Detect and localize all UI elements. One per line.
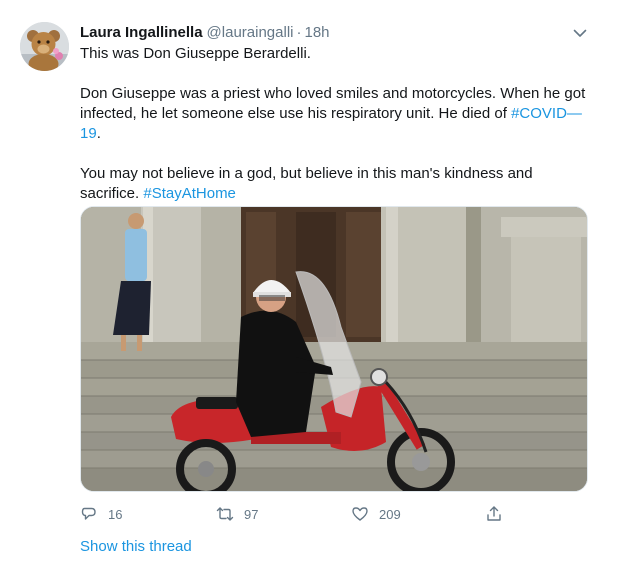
tweet-card[interactable]: Laura Ingallinella @lauraingalli · 18h This… xyxy=(0,0,635,568)
retweet-icon xyxy=(216,507,234,521)
tweet-header: Laura Ingallinella @lauraingalli · 18h xyxy=(80,23,330,43)
share-button[interactable] xyxy=(485,502,503,526)
tweet-line-1: This was Don Giuseppe Berardelli. xyxy=(80,45,311,62)
tweet-actions: 16 97 209 xyxy=(80,502,590,526)
heart-icon xyxy=(352,507,368,521)
separator-dot: · xyxy=(296,24,302,41)
share-icon xyxy=(487,506,501,521)
priest-scooter-photo xyxy=(81,207,587,491)
hashtag-stayathome[interactable]: #StayAtHome xyxy=(143,185,236,202)
handle[interactable]: @lauraingalli xyxy=(207,24,294,41)
like-button[interactable]: 209 xyxy=(351,502,401,526)
reply-count: 16 xyxy=(108,506,123,522)
reply-icon xyxy=(81,507,96,520)
tweet-paragraph-2: Don Giuseppe was a priest who loved smil… xyxy=(80,84,590,144)
avatar[interactable] xyxy=(20,22,69,71)
retweet-button[interactable]: 97 xyxy=(216,502,258,526)
show-thread-link[interactable]: Show this thread xyxy=(80,537,192,557)
more-menu-button[interactable] xyxy=(571,24,589,42)
paragraph-2-end: . xyxy=(96,125,101,142)
teddy-bear-icon xyxy=(20,22,69,71)
chevron-down-icon xyxy=(573,29,587,37)
display-name[interactable]: Laura Ingallinella xyxy=(80,24,203,41)
tweet-paragraph-3: You may not believe in a god, but believ… xyxy=(80,164,590,204)
retweet-count: 97 xyxy=(244,506,259,522)
paragraph-2-text: Don Giuseppe was a priest who loved smil… xyxy=(80,85,586,122)
tweet-photo[interactable] xyxy=(80,206,588,492)
reply-button[interactable]: 16 xyxy=(80,502,122,526)
like-count: 209 xyxy=(379,506,401,522)
timestamp[interactable]: 18h xyxy=(305,24,330,41)
tweet-text: This was Don Giuseppe Berardelli. Don Gi… xyxy=(80,44,590,204)
